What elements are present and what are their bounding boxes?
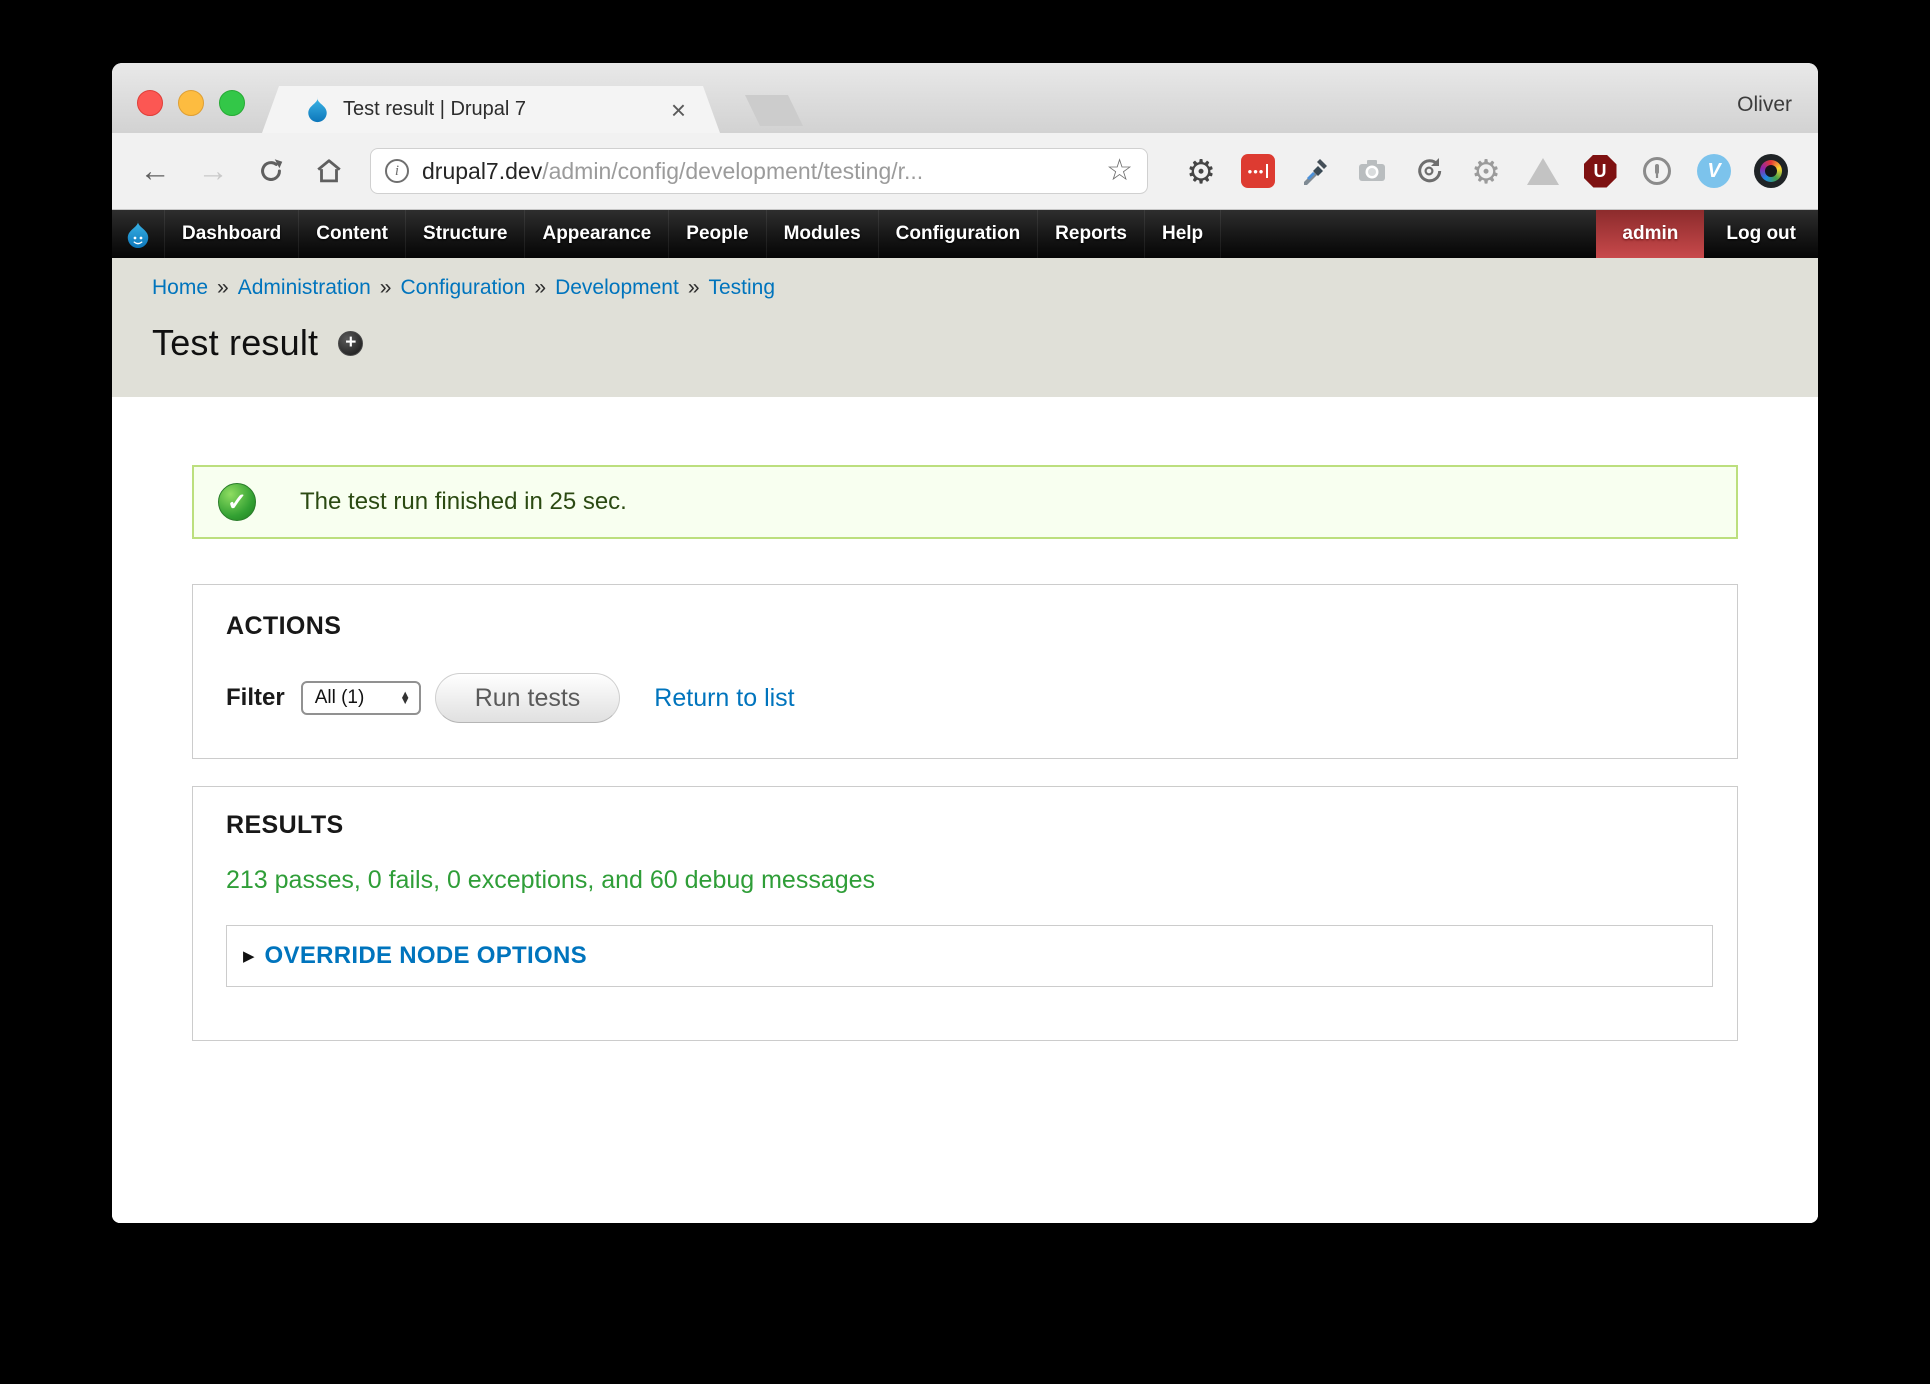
results-heading: RESULTS: [226, 811, 1737, 840]
toolbar-menu-item[interactable]: Reports: [1038, 210, 1145, 258]
filter-row: Filter All (1) ▲ ▼ Run tests Return to l…: [226, 673, 1737, 723]
status-check-icon: ✓: [218, 483, 256, 521]
new-tab-button[interactable]: [745, 95, 803, 126]
actions-panel: ACTIONS Filter All (1) ▲ ▼ Run tests Ret…: [192, 584, 1738, 759]
ublock-icon[interactable]: U: [1580, 151, 1620, 191]
page-info-icon[interactable]: i: [385, 159, 409, 183]
toolbar-menu-item[interactable]: Help: [1145, 210, 1221, 258]
status-message: ✓ The test run finished in 25 sec.: [192, 465, 1738, 539]
run-tests-button[interactable]: Run tests: [435, 673, 621, 723]
toolbar-user-admin[interactable]: admin: [1596, 210, 1704, 258]
status-message-text: The test run finished in 25 sec.: [300, 488, 627, 516]
ublock-letter: U: [1594, 161, 1607, 182]
camera-lens-icon[interactable]: [1751, 151, 1791, 191]
actions-heading: ACTIONS: [226, 612, 1737, 641]
back-icon[interactable]: ←: [138, 154, 172, 188]
session-refresh-icon[interactable]: [1409, 151, 1449, 191]
tab-strip: Test result | Drupal 7 × Oliver: [112, 63, 1818, 133]
browser-tab[interactable]: Test result | Drupal 7 ×: [262, 86, 720, 133]
breadcrumb-separator: »: [380, 276, 392, 299]
breadcrumb-separator: »: [688, 276, 700, 299]
toolbar-menu-item[interactable]: Configuration: [879, 210, 1039, 258]
breadcrumb-separator: »: [534, 276, 546, 299]
extensions-row: ⚙ ••• ⚙ U V: [1164, 151, 1791, 191]
breadcrumb-link[interactable]: Home: [152, 276, 208, 299]
browser-window: Test result | Drupal 7 × Oliver ← → i dr…: [112, 63, 1818, 1223]
results-panel: RESULTS 213 passes, 0 fails, 0 exception…: [192, 786, 1738, 1041]
drupal-logo-icon[interactable]: [112, 210, 164, 258]
bookmark-star-icon[interactable]: ☆: [1106, 156, 1133, 186]
browser-nav-toolbar: ← → i drupal7.dev/admin/config/developme…: [112, 133, 1818, 210]
filter-select[interactable]: All (1) ▲ ▼: [301, 681, 421, 715]
reload-icon[interactable]: [254, 154, 288, 188]
main-content: ✓ The test run finished in 25 sec. ACTIO…: [112, 397, 1818, 1223]
url-text: drupal7.dev/admin/config/development/tes…: [422, 158, 923, 185]
drive-icon[interactable]: [1523, 151, 1563, 191]
camera-icon[interactable]: [1352, 151, 1392, 191]
toolbar-menu-item[interactable]: Modules: [767, 210, 879, 258]
tab-title: Test result | Drupal 7: [343, 98, 526, 121]
breadcrumb: Home » Administration » Configuration » Develo…: [152, 276, 1818, 300]
toolbar-menu: DashboardContentStructureAppearancePeopl…: [164, 210, 1221, 258]
settings-gear-icon[interactable]: ⚙: [1181, 151, 1221, 191]
url-bar[interactable]: i drupal7.dev/admin/config/development/t…: [370, 148, 1148, 194]
breadcrumb-link[interactable]: Development: [555, 276, 679, 299]
filter-label: Filter: [226, 684, 285, 712]
breadcrumb-separator: »: [217, 276, 229, 299]
filter-select-value: All (1): [315, 687, 365, 709]
toolbar-menu-item[interactable]: Content: [299, 210, 406, 258]
lastpass-icon[interactable]: •••: [1238, 151, 1278, 191]
close-window-button[interactable]: [137, 90, 163, 116]
results-summary: 213 passes, 0 fails, 0 exceptions, and 6…: [226, 866, 1737, 895]
toolbar-menu-item[interactable]: Appearance: [525, 210, 669, 258]
breadcrumb-link[interactable]: Administration: [238, 276, 371, 299]
add-shortcut-icon[interactable]: +: [338, 331, 363, 356]
zoom-window-button[interactable]: [219, 90, 245, 116]
page-header: Home » Administration » Configuration » Develo…: [112, 258, 1818, 397]
v-letter: V: [1707, 160, 1720, 183]
select-stepper-icon: ▲ ▼: [400, 692, 411, 704]
fieldset-label: OVERRIDE NODE OPTIONS: [265, 942, 587, 970]
collapse-arrow-icon: ▶: [243, 947, 255, 965]
toolbar-logout[interactable]: Log out: [1704, 210, 1818, 258]
forward-icon[interactable]: →: [196, 154, 230, 188]
minimize-window-button[interactable]: [178, 90, 204, 116]
toolbar-menu-item[interactable]: Dashboard: [164, 210, 299, 258]
drupal-admin-toolbar: DashboardContentStructureAppearancePeopl…: [112, 210, 1818, 258]
drupal-favicon-icon: [304, 96, 331, 123]
browser-menu-icon[interactable]: ⋮: [1805, 154, 1818, 189]
toolbar-menu-item[interactable]: Structure: [406, 210, 525, 258]
url-path: /admin/config/development/testing/r...: [542, 158, 923, 184]
keyhole-icon[interactable]: [1637, 151, 1677, 191]
toolbar-menu-item[interactable]: People: [669, 210, 766, 258]
page-title: Test result: [152, 322, 318, 364]
lastpass-bar: [1266, 164, 1268, 178]
override-node-options-fieldset[interactable]: ▶ OVERRIDE NODE OPTIONS: [226, 925, 1713, 987]
toolbar-right: admin Log out: [1596, 210, 1818, 258]
url-domain: drupal7.dev: [422, 158, 542, 184]
browser-profile-name[interactable]: Oliver: [1737, 93, 1792, 117]
gray-gear-icon[interactable]: ⚙: [1466, 151, 1506, 191]
breadcrumb-link[interactable]: Configuration: [400, 276, 525, 299]
lastpass-dots: •••: [1248, 165, 1265, 178]
home-icon[interactable]: [312, 154, 346, 188]
arrow-down-icon: ▼: [400, 698, 411, 704]
breadcrumb-link[interactable]: Testing: [709, 276, 776, 299]
tab-close-icon[interactable]: ×: [671, 97, 686, 123]
return-to-list-link[interactable]: Return to list: [654, 684, 794, 713]
v-extension-icon[interactable]: V: [1694, 151, 1734, 191]
eyedropper-icon[interactable]: [1295, 151, 1335, 191]
